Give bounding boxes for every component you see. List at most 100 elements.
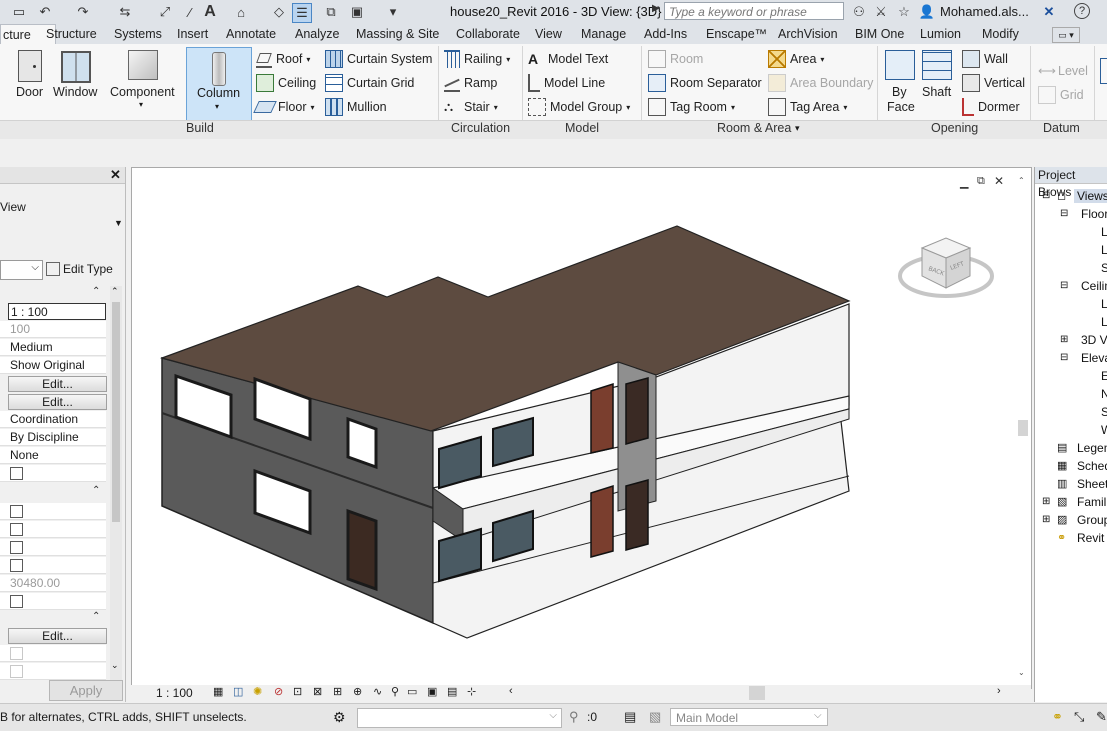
- tab-modify[interactable]: Modify: [982, 24, 1019, 44]
- render-icon[interactable]: ⊡: [293, 685, 302, 698]
- shaft-button[interactable]: Shaft: [922, 85, 951, 99]
- design-option-select[interactable]: Main Model: [670, 708, 828, 726]
- views-toggle-icon[interactable]: ⊟: [1042, 190, 1050, 201]
- design-options-icon[interactable]: ▧: [649, 709, 661, 725]
- tab-manage[interactable]: Manage: [581, 24, 626, 44]
- tab-analyze[interactable]: Analyze: [295, 24, 339, 44]
- switch-windows-icon[interactable]: ▣: [348, 3, 366, 21]
- view-scale-field[interactable]: 1 : 100: [8, 303, 106, 320]
- door-icon[interactable]: [18, 50, 42, 82]
- thin-lines-icon[interactable]: ☰: [292, 3, 312, 23]
- camera-edit-button[interactable]: Edit...: [8, 628, 107, 644]
- hscroll-left-icon[interactable]: ‹: [509, 685, 513, 697]
- color-scheme-field[interactable]: By Discipline: [0, 429, 106, 446]
- user-icon[interactable]: 👤: [918, 3, 936, 21]
- groups-toggle-icon[interactable]: ⊞: [1042, 514, 1050, 525]
- sun-path-checkbox[interactable]: [10, 467, 23, 480]
- component-icon[interactable]: [128, 50, 158, 80]
- tab-add-ins[interactable]: Add-Ins: [644, 24, 687, 44]
- type-selector[interactable]: View: [0, 200, 26, 214]
- tab-structure[interactable]: Structure: [46, 24, 97, 44]
- collapse-extents-icon[interactable]: ⌃: [92, 485, 100, 496]
- properties-scrollbar[interactable]: ⌃ ⌄: [110, 286, 122, 686]
- visual-style-icon[interactable]: ◫: [233, 685, 243, 698]
- by-face-icon[interactable]: [885, 50, 915, 80]
- tab-lumion[interactable]: Lumion: [920, 24, 961, 44]
- section-box-checkbox[interactable]: [10, 595, 23, 608]
- user-name[interactable]: Mohamed.als...: [940, 4, 1029, 19]
- component-dropdown-icon[interactable]: ▾: [139, 100, 143, 109]
- ramp-button[interactable]: Ramp: [444, 73, 497, 93]
- 3d-views-toggle-icon[interactable]: ⊞: [1060, 334, 1068, 345]
- filter-icon[interactable]: ▤: [624, 709, 636, 725]
- browser-item-ceiling-plans[interactable]: Ceilin: [1081, 279, 1107, 293]
- close-hidden-icon[interactable]: ⧉: [322, 3, 340, 21]
- shaft-icon[interactable]: [922, 50, 952, 80]
- parts-visibility-field[interactable]: Show Original: [0, 357, 106, 374]
- grid-button[interactable]: Grid: [1038, 85, 1084, 105]
- door-button[interactable]: Door: [16, 85, 43, 99]
- sun-path-icon[interactable]: ✺: [253, 685, 262, 698]
- browser-item-east[interactable]: E: [1101, 369, 1107, 383]
- select-pinned-icon[interactable]: ✎: [1096, 709, 1107, 725]
- model-text-button[interactable]: A Model Text: [528, 49, 608, 69]
- redo-icon[interactable]: ↷: [74, 3, 92, 21]
- browser-item-west[interactable]: W: [1101, 423, 1107, 437]
- browser-item-revit-links[interactable]: Revit: [1077, 531, 1104, 545]
- ceiling-plans-toggle-icon[interactable]: ⊟: [1060, 280, 1068, 291]
- browser-item-ceiling-level-2[interactable]: L: [1101, 315, 1107, 329]
- locked-orientation-checkbox[interactable]: [10, 647, 23, 660]
- 3d-view-icon[interactable]: ⌂: [232, 3, 250, 21]
- show-crop-icon[interactable]: ⊞: [333, 685, 342, 698]
- tab-view[interactable]: View: [535, 24, 562, 44]
- browser-item-groups[interactable]: Group: [1077, 513, 1107, 527]
- by-face-label-1[interactable]: By: [892, 85, 907, 99]
- perspective-checkbox[interactable]: [10, 665, 23, 678]
- browser-item-south[interactable]: S: [1101, 405, 1107, 419]
- model-line-button[interactable]: Model Line: [528, 73, 605, 93]
- component-button[interactable]: Component: [110, 85, 175, 99]
- curtain-grid-button[interactable]: Curtain Grid: [325, 73, 414, 93]
- browser-item-schedules[interactable]: Sched: [1077, 459, 1107, 473]
- browser-item-legends[interactable]: Legen: [1077, 441, 1107, 455]
- tab-enscape[interactable]: Enscape™: [706, 24, 767, 44]
- tag-area-button[interactable]: Tag Area ▾: [768, 97, 847, 117]
- hscroll-right-icon[interactable]: ›: [997, 685, 1001, 697]
- ceiling-button[interactable]: Ceiling: [256, 73, 316, 93]
- work-plane-icon[interactable]: [1100, 58, 1107, 84]
- editable-only-icon[interactable]: ⚲: [569, 709, 579, 725]
- window-icon[interactable]: [61, 51, 91, 83]
- worksharing-icon[interactable]: ▭: [407, 685, 417, 698]
- area-button[interactable]: Area ▾: [768, 49, 824, 69]
- subscription-icon[interactable]: ⚔: [872, 3, 890, 21]
- discipline-field[interactable]: Coordination: [0, 411, 106, 428]
- customize-qat-icon[interactable]: ▾: [384, 3, 402, 21]
- instance-filter-select[interactable]: ⌵: [0, 260, 43, 280]
- tag-icon[interactable]: ⁄: [181, 3, 199, 21]
- floor-plans-toggle-icon[interactable]: ⊟: [1060, 208, 1068, 219]
- browser-item-north[interactable]: N: [1101, 387, 1107, 401]
- visibility-edit-button[interactable]: Edit...: [8, 376, 107, 392]
- section-icon[interactable]: ◇: [270, 3, 288, 21]
- search-expand-icon[interactable]: ▶: [652, 3, 664, 21]
- search-input[interactable]: Type a keyword or phrase: [664, 2, 844, 20]
- by-face-label-2[interactable]: Face: [887, 100, 915, 114]
- roof-button[interactable]: Roof ▾: [256, 49, 310, 69]
- far-clip-active-checkbox[interactable]: [10, 559, 23, 572]
- room-area-dropdown-icon[interactable]: ▾: [795, 123, 800, 134]
- browser-item-3d-views[interactable]: 3D V: [1081, 333, 1107, 347]
- analytical-model-icon[interactable]: ▣: [427, 685, 437, 698]
- room-button[interactable]: Room: [648, 49, 703, 69]
- text-icon[interactable]: A: [201, 3, 219, 21]
- dormer-button[interactable]: Dormer: [962, 97, 1020, 117]
- annotation-crop-checkbox[interactable]: [10, 541, 23, 554]
- workset-select[interactable]: ⌵: [357, 708, 562, 728]
- column-button[interactable]: Column ▾: [186, 47, 252, 121]
- panel-room-area-label[interactable]: Room & Area: [717, 121, 791, 135]
- elevations-toggle-icon[interactable]: ⊟: [1060, 352, 1068, 363]
- browser-item-level-2[interactable]: L: [1101, 243, 1107, 257]
- crop-view-icon[interactable]: ⊠: [313, 685, 322, 698]
- tab-insert[interactable]: Insert: [177, 24, 208, 44]
- measure-icon[interactable]: ⇆: [116, 3, 134, 21]
- ribbon-toggle-icon[interactable]: ▭ ▾: [1052, 27, 1080, 43]
